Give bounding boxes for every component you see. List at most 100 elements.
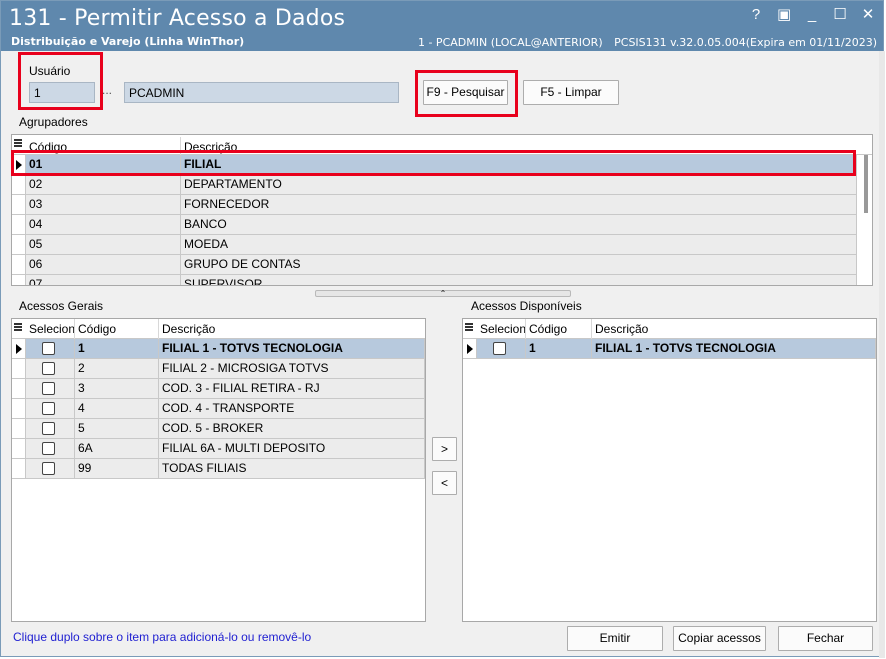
user-info: 1 - PCADMIN (LOCAL@ANTERIOR): [417, 36, 603, 49]
acessos-disponiveis-col-codigo[interactable]: Código: [526, 319, 592, 339]
agrupadores-col-descricao[interactable]: Descrição: [181, 137, 857, 157]
access-row[interactable]: 3 COD. 3 - FILIAL RETIRA - RJ: [12, 379, 425, 399]
cell-codigo: 03: [26, 195, 181, 215]
add-access-button[interactable]: >: [432, 437, 457, 461]
remove-access-button[interactable]: <: [432, 471, 457, 495]
agrupador-row[interactable]: 07 SUPERVISOR: [12, 275, 857, 285]
agrupadores-grid: Código Descrição 01 FILIAL 02 DEPARTAMENTO 0…: [11, 134, 873, 286]
acessos-gerais-col-selecionar[interactable]: Selecionar: [26, 319, 75, 339]
columns-icon[interactable]: [14, 323, 22, 333]
usuario-name-field: PCADMIN: [124, 82, 399, 103]
limpar-button[interactable]: F5 - Limpar: [523, 80, 619, 105]
acessos-gerais-grid: Selecionar Código Descrição 1FILIAL 1 - …: [11, 318, 426, 622]
row-indicator: [12, 235, 26, 255]
columns-icon[interactable]: [465, 323, 473, 333]
access-row[interactable]: 2 FILIAL 2 - MICROSIGA TOTVS: [12, 359, 425, 379]
select-checkbox[interactable]: [42, 422, 55, 435]
window-controls: ? ▣ _ ☐ ✕: [749, 7, 875, 23]
select-checkbox[interactable]: [42, 382, 55, 395]
acessos-disponiveis-col-descricao[interactable]: Descrição: [592, 319, 876, 339]
agrupador-row[interactable]: 05 MOEDA: [12, 235, 857, 255]
access-row[interactable]: 1 FILIAL 1 - TOTVS TECNOLOGIA: [12, 339, 425, 359]
session-info: 1 - PCADMIN (LOCAL@ANTERIOR) PCSIS131 v.…: [410, 36, 877, 49]
cell-codigo: 1: [75, 339, 159, 359]
select-checkbox[interactable]: [42, 362, 55, 375]
window-subtitle: Distribuição e Varejo (Linha WinThor): [11, 35, 245, 48]
row-indicator: [12, 175, 26, 195]
cell-descricao: FORNECEDOR: [181, 195, 857, 215]
row-indicator: [12, 195, 26, 215]
cell-descricao: COD. 4 - TRANSPORTE: [159, 399, 425, 419]
close-icon[interactable]: ✕: [861, 7, 875, 23]
agrupador-row[interactable]: 02 DEPARTAMENTO: [12, 175, 857, 195]
cell-descricao: FILIAL: [181, 155, 857, 175]
cell-codigo: 4: [75, 399, 159, 419]
agrupador-row[interactable]: 03 FORNECEDOR: [12, 195, 857, 215]
cell-selecionar: [26, 359, 75, 379]
agrupadores-scrollbar[interactable]: [864, 155, 868, 213]
agrupador-row[interactable]: 04 BANCO: [12, 215, 857, 235]
cell-codigo: 02: [26, 175, 181, 195]
minimize-icon[interactable]: _: [805, 7, 819, 23]
row-indicator: [12, 155, 26, 175]
emitir-button[interactable]: Emitir: [567, 626, 663, 651]
row-indicator: [12, 275, 26, 285]
row-indicator: [12, 399, 26, 419]
access-row[interactable]: 99 TODAS FILIAIS: [12, 459, 425, 479]
agrupador-row[interactable]: 01 FILIAL: [12, 155, 857, 175]
row-indicator: [463, 339, 477, 359]
cell-selecionar: [477, 339, 526, 359]
maximize-icon[interactable]: ☐: [833, 7, 847, 23]
cell-codigo: 2: [75, 359, 159, 379]
acessos-disponiveis-grid: Selecionar Código Descrição 1FILIAL 1 - …: [462, 318, 877, 622]
select-checkbox[interactable]: [493, 342, 506, 355]
agrupador-row[interactable]: 06 GRUPO DE CONTAS: [12, 255, 857, 275]
agrupadores-col-codigo[interactable]: Código: [26, 137, 181, 157]
acessos-gerais-header: Selecionar Código Descrição: [12, 319, 425, 339]
cell-selecionar: [26, 399, 75, 419]
cell-codigo: 3: [75, 379, 159, 399]
select-checkbox[interactable]: [42, 402, 55, 415]
cell-descricao: FILIAL 1 - TOTVS TECNOLOGIA: [592, 339, 876, 359]
restore-icon[interactable]: ▣: [777, 7, 791, 23]
splitter-handle[interactable]: ⌃: [315, 290, 571, 298]
access-row[interactable]: 5 COD. 5 - BROKER: [12, 419, 425, 439]
access-row[interactable]: 1 FILIAL 1 - TOTVS TECNOLOGIA: [463, 339, 876, 359]
cell-codigo: 6A: [75, 439, 159, 459]
select-checkbox[interactable]: [42, 462, 55, 475]
cell-descricao: FILIAL 6A - MULTI DEPOSITO: [159, 439, 425, 459]
cell-selecionar: [26, 419, 75, 439]
cell-codigo: 07: [26, 275, 181, 285]
row-indicator: [12, 379, 26, 399]
access-row[interactable]: 4 COD. 4 - TRANSPORTE: [12, 399, 425, 419]
cell-selecionar: [26, 379, 75, 399]
access-row[interactable]: 6A FILIAL 6A - MULTI DEPOSITO: [12, 439, 425, 459]
acessos-gerais-col-descricao[interactable]: Descrição: [159, 319, 425, 339]
acessos-gerais-label: Acessos Gerais: [19, 299, 104, 313]
cell-descricao: DEPARTAMENTO: [181, 175, 857, 195]
cell-descricao: BANCO: [181, 215, 857, 235]
cell-descricao: COD. 3 - FILIAL RETIRA - RJ: [159, 379, 425, 399]
window-scrollbar[interactable]: [879, 51, 885, 658]
select-checkbox[interactable]: [42, 342, 55, 355]
select-checkbox[interactable]: [42, 442, 55, 455]
pesquisar-button[interactable]: F9 - Pesquisar: [423, 80, 508, 105]
hint-text: Clique duplo sobre o item para adicioná-…: [13, 630, 312, 644]
cell-codigo: 04: [26, 215, 181, 235]
acessos-disponiveis-label: Acessos Disponíveis: [471, 299, 582, 313]
cell-selecionar: [26, 439, 75, 459]
columns-icon[interactable]: [14, 139, 22, 149]
row-indicator: [12, 255, 26, 275]
row-indicator: [12, 439, 26, 459]
help-icon[interactable]: ?: [749, 7, 763, 23]
usuario-label: Usuário: [29, 64, 71, 78]
acessos-gerais-col-codigo[interactable]: Código: [75, 319, 159, 339]
copiar-acessos-button[interactable]: Copiar acessos: [673, 626, 766, 651]
cell-codigo: 5: [75, 419, 159, 439]
fechar-button[interactable]: Fechar: [778, 626, 873, 651]
usuario-code-input[interactable]: 1: [29, 82, 95, 103]
usuario-lookup-button[interactable]: ...: [102, 83, 112, 97]
cell-descricao: FILIAL 2 - MICROSIGA TOTVS: [159, 359, 425, 379]
row-indicator: [12, 359, 26, 379]
acessos-disponiveis-col-selecionar[interactable]: Selecionar: [477, 319, 526, 339]
